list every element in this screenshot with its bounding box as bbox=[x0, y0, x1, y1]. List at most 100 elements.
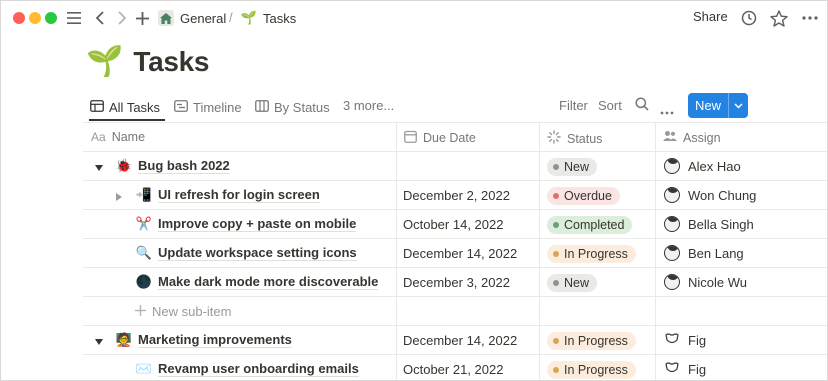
mobile-phone-icon: 📲 bbox=[135, 187, 153, 202]
assignee-name: Fig bbox=[688, 362, 707, 377]
status-badge[interactable]: In Progress bbox=[547, 361, 636, 379]
page-title-text[interactable]: Tasks bbox=[133, 46, 209, 78]
row-due-date[interactable]: December 14, 2022 bbox=[403, 246, 517, 261]
row-assignee[interactable]: Nicole Wu bbox=[664, 274, 747, 290]
filter-button[interactable]: Filter bbox=[559, 98, 588, 113]
share-button[interactable]: Share bbox=[693, 9, 728, 24]
table-row[interactable]: 🧑‍🏫 Marketing improvements December 14, … bbox=[83, 326, 827, 354]
table-row[interactable]: 🌑 Make dark mode more discoverable Decem… bbox=[83, 268, 827, 296]
plus-icon bbox=[135, 304, 146, 319]
row-due-date[interactable]: December 2, 2022 bbox=[403, 188, 510, 203]
toggle-open-icon[interactable] bbox=[94, 161, 104, 171]
favorite-star-icon[interactable] bbox=[770, 8, 788, 28]
dark-moon-icon: 🌑 bbox=[135, 274, 153, 289]
new-button[interactable]: New bbox=[688, 93, 748, 118]
app-window: General / 🌱 Tasks Share 🌱 Tasks All Task… bbox=[0, 0, 828, 381]
row-assignee[interactable]: Alex Hao bbox=[664, 158, 741, 174]
row-name[interactable]: 📲 UI refresh for login screen bbox=[136, 187, 320, 203]
new-sub-item-label: New sub-item bbox=[152, 304, 232, 319]
status-badge[interactable]: Completed bbox=[547, 216, 633, 234]
row-name[interactable]: 🐞 Bug bash 2022 bbox=[116, 158, 230, 174]
table-row[interactable]: 🔍 Update workspace setting icons Decembe… bbox=[83, 239, 827, 267]
calendar-icon bbox=[404, 130, 417, 146]
row-name[interactable]: 🧑‍🏫 Marketing improvements bbox=[116, 332, 292, 348]
table-row[interactable]: ✉️ Revamp user onboarding emails October… bbox=[83, 355, 827, 380]
table-row[interactable]: 🐞 Bug bash 2022 New Alex Hao bbox=[83, 152, 827, 180]
envelope-icon: ✉️ bbox=[135, 361, 153, 376]
seedling-icon[interactable]: 🌱 bbox=[86, 45, 123, 79]
forward-arrow-icon[interactable] bbox=[115, 8, 129, 28]
more-options-icon[interactable] bbox=[801, 8, 819, 28]
row-name-text: Update workspace setting icons bbox=[158, 244, 357, 261]
toggle-closed-icon[interactable] bbox=[114, 190, 124, 201]
tab-all-tasks[interactable]: All Tasks bbox=[90, 98, 160, 116]
column-header-due-date[interactable]: Due Date bbox=[404, 130, 476, 146]
row-assignee[interactable]: Fig bbox=[664, 361, 706, 378]
toggle-open-icon[interactable] bbox=[94, 335, 104, 345]
sort-button[interactable]: Sort bbox=[598, 98, 622, 113]
hamburger-menu-icon[interactable] bbox=[65, 8, 83, 28]
table-icon bbox=[90, 99, 104, 115]
active-tab-underline bbox=[89, 119, 165, 121]
assignee-name: Nicole Wu bbox=[688, 274, 748, 290]
table-row[interactable]: 📲 UI refresh for login screen December 2… bbox=[83, 181, 827, 209]
row-assignee[interactable]: Won Chung bbox=[664, 187, 756, 203]
row-due-date[interactable]: October 14, 2022 bbox=[403, 217, 503, 232]
history-clock-icon[interactable] bbox=[740, 8, 758, 28]
status-dot bbox=[553, 164, 559, 170]
status-icon bbox=[547, 130, 561, 147]
row-assignee[interactable]: Ben Lang bbox=[664, 245, 744, 261]
row-due-date[interactable]: December 14, 2022 bbox=[403, 333, 517, 348]
avatar bbox=[664, 216, 680, 232]
back-arrow-icon[interactable] bbox=[93, 8, 107, 28]
status-badge[interactable]: In Progress bbox=[547, 245, 636, 263]
row-due-date[interactable]: October 21, 2022 bbox=[403, 362, 503, 377]
tab-timeline[interactable]: Timeline bbox=[174, 98, 242, 116]
status-dot bbox=[553, 367, 559, 373]
maximize-window-button[interactable] bbox=[45, 12, 57, 24]
more-views-button[interactable]: 3 more... bbox=[343, 98, 394, 113]
status-badge[interactable]: New bbox=[547, 274, 598, 292]
assignee-name: Won Chung bbox=[688, 187, 757, 203]
avatar bbox=[664, 158, 680, 174]
status-badge[interactable]: Overdue bbox=[547, 187, 620, 205]
row-name[interactable]: ✉️ Revamp user onboarding emails bbox=[136, 361, 359, 377]
tab-by-status[interactable]: By Status bbox=[255, 98, 330, 116]
fig-avatar-icon bbox=[664, 332, 680, 349]
column-header-name[interactable]: Aa Name bbox=[91, 130, 145, 144]
table-row[interactable]: ✂️ Improve copy + paste on mobile Octobe… bbox=[83, 210, 827, 238]
status-label: Overdue bbox=[564, 189, 612, 203]
assignee-name: Ben Lang bbox=[688, 245, 744, 261]
magnifying-glass-icon: 🔍 bbox=[135, 245, 153, 260]
breadcrumb-workspace-label: General bbox=[180, 10, 227, 26]
row-assignee[interactable]: Bella Singh bbox=[664, 216, 754, 232]
status-badge[interactable]: In Progress bbox=[547, 332, 636, 350]
status-dot bbox=[553, 251, 559, 257]
header-top-border bbox=[83, 122, 827, 123]
status-dot bbox=[553, 280, 559, 286]
add-page-icon[interactable] bbox=[135, 8, 149, 28]
new-sub-item-row[interactable]: New sub-item bbox=[83, 297, 827, 325]
row-name[interactable]: 🔍 Update workspace setting icons bbox=[136, 245, 357, 261]
search-icon[interactable] bbox=[635, 97, 649, 114]
row-name[interactable]: ✂️ Improve copy + paste on mobile bbox=[136, 216, 357, 232]
chevron-down-icon[interactable] bbox=[729, 102, 748, 109]
breadcrumb-workspace[interactable]: General bbox=[158, 8, 226, 28]
row-assignee[interactable]: Fig bbox=[664, 332, 706, 349]
tab-by-status-label: By Status bbox=[274, 99, 330, 115]
seedling-icon: 🌱 bbox=[240, 10, 258, 25]
row-due-date[interactable]: December 3, 2022 bbox=[403, 275, 510, 290]
status-label: New bbox=[564, 276, 590, 290]
row-name[interactable]: 🌑 Make dark mode more discoverable bbox=[135, 273, 379, 290]
close-window-button[interactable] bbox=[13, 12, 25, 24]
status-badge[interactable]: New bbox=[547, 158, 598, 176]
row-name-text: Make dark mode more discoverable bbox=[158, 273, 379, 290]
minimize-window-button[interactable] bbox=[29, 12, 41, 24]
view-options-icon[interactable] bbox=[660, 103, 674, 118]
assignee-name: Bella Singh bbox=[688, 216, 754, 232]
column-header-status[interactable]: Status bbox=[547, 130, 602, 147]
breadcrumb-page[interactable]: 🌱 Tasks bbox=[241, 8, 296, 28]
new-sub-item-button[interactable]: New sub-item bbox=[135, 304, 231, 319]
row-name-text: UI refresh for login screen bbox=[158, 186, 320, 203]
column-header-assign[interactable]: Assign bbox=[663, 130, 721, 145]
